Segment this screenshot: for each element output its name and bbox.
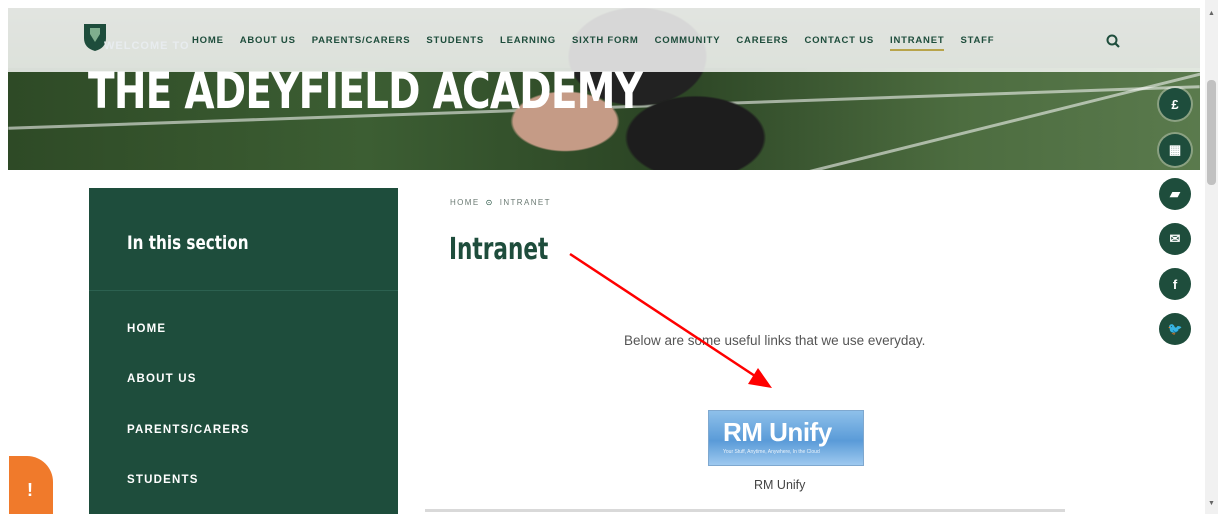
sidebar-item-home[interactable]: HOME [127, 323, 166, 335]
sidebar-item-parents-carers[interactable]: PARENTS/CARERS [127, 424, 250, 436]
menu-item-contact-us[interactable]: CONTACT US [804, 35, 874, 51]
site-title: THE ADEYFIELD ACADEMY [88, 62, 643, 120]
breadcrumb-home[interactable]: HOME [450, 198, 480, 207]
main-menu: HOME ABOUT US PARENTS/CARERS STUDENTS LE… [192, 35, 1010, 51]
breadcrumb-current: INTRANET [499, 198, 551, 207]
sidebar-heading: In this section [127, 232, 249, 254]
facebook-icon[interactable]: f [1159, 268, 1191, 300]
menu-item-students[interactable]: STUDENTS [426, 35, 484, 51]
menu-item-careers[interactable]: CAREERS [736, 35, 788, 51]
page-title: Intranet [449, 232, 549, 267]
welcome-prefix: WELCOME TO [104, 40, 190, 52]
rm-unify-logo-text: RM Unify [723, 417, 832, 447]
mail-icon[interactable]: ✉ [1159, 223, 1191, 255]
rm-unify-logo-tagline: Your Stuff, Anytime, Anywhere, In the Cl… [723, 449, 820, 455]
rm-unify-logo-link[interactable]: RM Unify Your Stuff, Anytime, Anywhere, … [708, 410, 864, 466]
feedback-button[interactable]: ! [9, 456, 53, 514]
pound-icon[interactable]: £ [1159, 88, 1191, 120]
calendar-icon[interactable]: ▦ [1159, 134, 1191, 166]
search-icon[interactable] [1106, 34, 1120, 48]
alert-icon: ! [27, 480, 33, 500]
menu-item-home[interactable]: HOME [192, 35, 224, 51]
menu-item-about-us[interactable]: ABOUT US [240, 35, 296, 51]
scroll-up-arrow-icon[interactable]: ▲ [1207, 10, 1216, 20]
section-sidebar: In this section HOME ABOUT US PARENTS/CA… [89, 188, 398, 514]
intro-text: Below are some useful links that we use … [624, 333, 926, 348]
scrollbar-thumb[interactable] [1207, 80, 1216, 185]
scroll-down-arrow-icon[interactable]: ▼ [1207, 500, 1216, 510]
twitter-icon[interactable]: 🐦 [1159, 313, 1191, 345]
menu-item-parents-carers[interactable]: PARENTS/CARERS [312, 35, 411, 51]
rm-unify-caption[interactable]: RM Unify [754, 478, 805, 492]
sidebar-divider [89, 290, 398, 291]
content-bottom-border [425, 509, 1065, 512]
breadcrumb: HOME ⊙ INTRANET [450, 198, 551, 207]
menu-item-staff[interactable]: STAFF [960, 35, 994, 51]
book-icon[interactable]: ▰ [1159, 178, 1191, 210]
page-scrollbar[interactable] [1205, 0, 1218, 514]
menu-item-intranet[interactable]: INTRANET [890, 35, 945, 51]
breadcrumb-separator-icon: ⊙ [485, 198, 494, 207]
menu-item-community[interactable]: COMMUNITY [655, 35, 721, 51]
menu-item-learning[interactable]: LEARNING [500, 35, 556, 51]
sidebar-item-about-us[interactable]: ABOUT US [127, 373, 197, 385]
sidebar-item-students[interactable]: STUDENTS [127, 474, 199, 486]
menu-item-sixth-form[interactable]: SIXTH FORM [572, 35, 639, 51]
